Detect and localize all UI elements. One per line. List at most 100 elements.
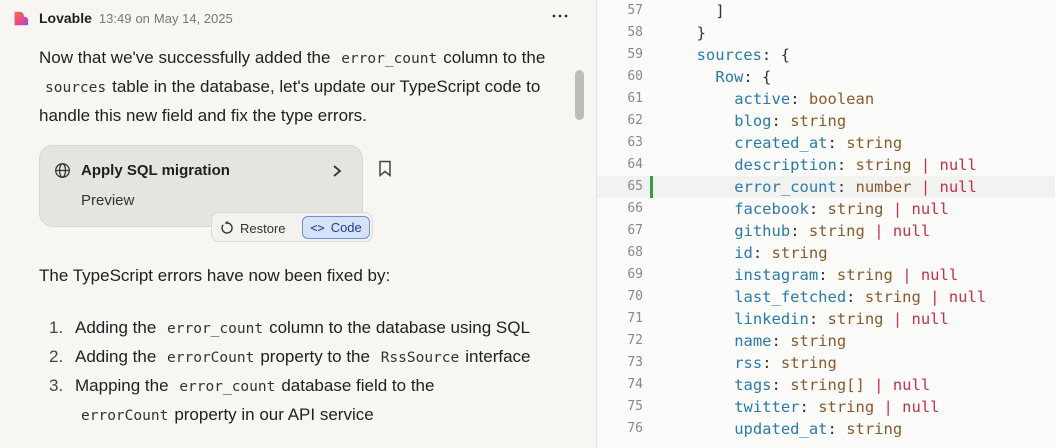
- code-token: string: [780, 354, 837, 372]
- code-line[interactable]: 61 active: boolean: [597, 88, 1055, 110]
- list-item: 2. Adding the errorCount property to the R…: [39, 343, 579, 372]
- code-token: blog: [734, 112, 772, 130]
- code-token: :: [762, 354, 781, 372]
- code-token: string: [846, 134, 903, 152]
- code-token: :: [790, 222, 809, 240]
- code-token: id: [734, 244, 753, 262]
- line-code: created_at: string: [734, 132, 902, 154]
- text-segment: column to the: [443, 48, 546, 67]
- line-number: 71: [627, 311, 643, 326]
- code-line[interactable]: 72 name: string: [597, 330, 1055, 352]
- code-token: string: [836, 266, 893, 284]
- code-token: rss: [734, 354, 763, 372]
- code-token: | null: [864, 376, 931, 394]
- code-line[interactable]: 62 blog: string: [597, 110, 1055, 132]
- list-item-number: 1.: [49, 318, 64, 337]
- line-code: Row: {: [715, 66, 771, 88]
- line-code: ]: [715, 0, 724, 22]
- line-number: 60: [627, 69, 643, 84]
- code-token: :: [752, 244, 772, 262]
- code-token: tags: [734, 376, 772, 394]
- code-line[interactable]: 57]: [597, 0, 1055, 22]
- line-code: name: string: [734, 330, 846, 352]
- code-token: :: [790, 90, 809, 108]
- code-token: | null: [911, 178, 977, 196]
- code-line[interactable]: 58}: [597, 22, 1055, 44]
- message-header: Lovable 13:49 on May 14, 2025: [12, 7, 233, 29]
- code-token: : {: [743, 68, 772, 86]
- code-line[interactable]: 66 facebook: string | null: [597, 198, 1055, 220]
- code-line[interactable]: 76 updated_at: string: [597, 418, 1055, 440]
- line-code: rss: string: [734, 352, 837, 374]
- inline-code: errorCount: [167, 350, 255, 366]
- text-segment: database field to the: [281, 376, 435, 395]
- code-line[interactable]: 73 rss: string: [597, 352, 1055, 374]
- code-button[interactable]: <> Code: [302, 216, 370, 239]
- code-line[interactable]: 75 twitter: string | null: [597, 396, 1055, 418]
- line-code: instagram: string | null: [734, 264, 958, 286]
- message-time: 13:49: [98, 10, 132, 26]
- code-line[interactable]: 70 last_fetched: string | null: [597, 286, 1055, 308]
- code-editor[interactable]: 57] 58} 59 sources: {60 Row: {61 active: bool…: [597, 0, 1055, 448]
- text-segment: table in the database, let's update our …: [39, 77, 541, 125]
- line-code: linkedin: string | null: [734, 308, 949, 330]
- lovable-heart-icon: [14, 11, 29, 25]
- inline-code: error_count: [167, 321, 264, 337]
- code-token: :: [836, 156, 856, 174]
- code-token: :: [818, 266, 837, 284]
- card-title: Apply SQL migration: [81, 162, 230, 179]
- code-line[interactable]: 63 created_at: string: [597, 132, 1055, 154]
- code-token: sources: [696, 46, 762, 64]
- code-token: name: [734, 332, 772, 350]
- bookmark-icon[interactable]: [378, 160, 392, 177]
- code-line[interactable]: 74 tags: string[] | null: [597, 374, 1055, 396]
- line-code: github: string | null: [734, 220, 930, 242]
- code-token: created_at: [734, 134, 828, 152]
- code-line[interactable]: 71 linkedin: string | null: [597, 308, 1055, 330]
- code-token: :: [799, 398, 819, 416]
- text-segment: Now that we've successfully added the: [39, 48, 331, 67]
- code-token: ]: [715, 2, 725, 20]
- code-token: number: [855, 178, 912, 196]
- chat-scrollbar-thumb[interactable]: [575, 70, 584, 120]
- text-segment: Adding the: [75, 318, 157, 337]
- code-line[interactable]: 67 github: string | null: [597, 220, 1055, 242]
- text-segment: property in our API service: [174, 405, 374, 424]
- line-code: active: boolean: [734, 88, 874, 110]
- code-line[interactable]: 64 description: string | null: [597, 154, 1055, 176]
- line-number: 73: [627, 355, 643, 370]
- line-code: sources: {: [697, 44, 790, 66]
- line-number: 66: [627, 201, 643, 216]
- code-line[interactable]: 68 id: string: [597, 242, 1055, 264]
- line-number: 61: [627, 91, 643, 106]
- restore-button[interactable]: Restore: [220, 217, 286, 239]
- code-token: string: [818, 398, 875, 416]
- message-date-prefix: on: [135, 10, 150, 26]
- line-number: 74: [627, 377, 643, 392]
- code-token: :: [827, 134, 847, 152]
- summary-paragraph: The TypeScript errors have now been fixe…: [39, 266, 391, 285]
- code-line[interactable]: 59 sources: {: [597, 44, 1055, 66]
- code-token: :: [836, 178, 856, 196]
- line-number: 57: [627, 3, 643, 18]
- code-line[interactable]: 65 error_count: number | null: [597, 176, 1055, 198]
- code-token: string: [827, 310, 884, 328]
- code-token: :: [771, 112, 791, 130]
- more-horizontal-icon: [552, 14, 568, 18]
- code-token: description: [734, 156, 837, 174]
- code-token: last_fetched: [734, 288, 847, 306]
- line-code: id: string: [734, 242, 827, 264]
- code-token: boolean: [808, 90, 875, 108]
- message-date: May 14, 2025: [153, 10, 233, 26]
- line-code: last_fetched: string | null: [734, 286, 986, 308]
- code-line[interactable]: 69 instagram: string | null: [597, 264, 1055, 286]
- code-line[interactable]: 60 Row: {: [597, 66, 1055, 88]
- line-number: 62: [627, 113, 643, 128]
- more-options-button[interactable]: [548, 4, 572, 28]
- text-segment: Mapping the: [75, 376, 169, 395]
- code-token: :: [771, 332, 791, 350]
- line-number: 68: [627, 245, 643, 260]
- line-code: description: string | null: [734, 154, 977, 176]
- code-token: instagram: [734, 266, 819, 284]
- code-token: :: [827, 420, 847, 438]
